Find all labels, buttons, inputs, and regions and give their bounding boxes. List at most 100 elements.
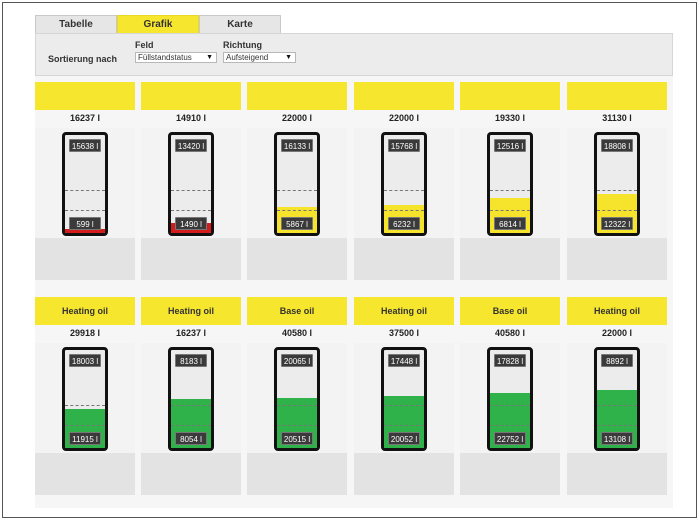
product-name bbox=[354, 82, 454, 110]
tank-body: 18808 l 12322 l bbox=[567, 128, 667, 238]
tank-capacity: 37500 l bbox=[354, 325, 454, 343]
product-name: Heating oil bbox=[35, 297, 135, 325]
content-volume-label: 22752 l bbox=[494, 432, 526, 445]
content-volume-label: 5867 l bbox=[281, 217, 313, 230]
tank-capacity: 14910 l bbox=[141, 110, 241, 128]
free-volume-label: 16133 l bbox=[281, 139, 313, 152]
product-name bbox=[141, 82, 241, 110]
sort-label: Sortierung nach bbox=[48, 54, 118, 64]
tank-gauge: 15638 l 599 l bbox=[62, 132, 108, 236]
tank-body: 17828 l 22752 l bbox=[460, 343, 560, 453]
tank-capacity: 29918 l bbox=[35, 325, 135, 343]
tank-body: 18003 l 11915 l bbox=[35, 343, 135, 453]
threshold-line bbox=[277, 425, 317, 426]
threshold-line bbox=[384, 425, 424, 426]
tank-card[interactable]: Heating oil 22000 l 8892 l 13108 l bbox=[567, 297, 667, 495]
tank-capacity: 31130 l bbox=[567, 110, 667, 128]
threshold-line bbox=[171, 405, 211, 406]
card-footer bbox=[35, 453, 135, 495]
threshold-line bbox=[490, 425, 530, 426]
sort-field-group: Feld Füllstandstatus ▼ bbox=[135, 40, 217, 63]
sort-direction-value: Aufsteigend bbox=[226, 53, 269, 62]
card-footer bbox=[141, 453, 241, 495]
free-volume-label: 15638 l bbox=[69, 139, 101, 152]
threshold-line bbox=[277, 210, 317, 211]
tank-card[interactable]: 14910 l 13420 l 1490 l bbox=[141, 82, 241, 280]
sort-field-label: Feld bbox=[135, 40, 154, 50]
product-name: Base oil bbox=[247, 297, 347, 325]
tank-capacity: 16237 l bbox=[35, 110, 135, 128]
content-volume-label: 599 l bbox=[69, 217, 101, 230]
threshold-line bbox=[597, 190, 637, 191]
chevron-down-icon: ▼ bbox=[285, 54, 292, 61]
product-name bbox=[247, 82, 347, 110]
chevron-down-icon: ▼ bbox=[206, 54, 213, 61]
tank-card[interactable]: Heating oil 16237 l 8183 l 8054 l bbox=[141, 297, 241, 495]
content-volume-label: 20515 l bbox=[281, 432, 313, 445]
threshold-line bbox=[171, 210, 211, 211]
product-name bbox=[567, 82, 667, 110]
threshold-line bbox=[384, 210, 424, 211]
tab-tabelle[interactable]: Tabelle bbox=[35, 15, 117, 33]
tank-capacity: 22000 l bbox=[567, 325, 667, 343]
threshold-line bbox=[65, 210, 105, 211]
sort-direction-select[interactable]: Aufsteigend ▼ bbox=[223, 52, 296, 63]
card-footer bbox=[247, 238, 347, 280]
threshold-line bbox=[65, 425, 105, 426]
content-volume-label: 6814 l bbox=[494, 217, 526, 230]
tank-capacity: 40580 l bbox=[247, 325, 347, 343]
tank-body: 8892 l 13108 l bbox=[567, 343, 667, 453]
threshold-line bbox=[277, 405, 317, 406]
tank-gauge: 8183 l 8054 l bbox=[168, 347, 214, 451]
content-volume-label: 13108 l bbox=[601, 432, 633, 445]
sort-field-value: Füllstandstatus bbox=[138, 53, 192, 62]
free-volume-label: 17828 l bbox=[494, 354, 526, 367]
content-volume-label: 1490 l bbox=[175, 217, 207, 230]
tank-capacity: 40580 l bbox=[460, 325, 560, 343]
threshold-line bbox=[384, 190, 424, 191]
tank-card[interactable]: Heating oil 29918 l 18003 l 11915 l bbox=[35, 297, 135, 495]
tank-card[interactable]: 31130 l 18808 l 12322 l bbox=[567, 82, 667, 280]
card-footer bbox=[567, 453, 667, 495]
free-volume-label: 8183 l bbox=[175, 354, 207, 367]
tank-card[interactable]: Base oil 40580 l 17828 l 22752 l bbox=[460, 297, 560, 495]
product-name: Heating oil bbox=[354, 297, 454, 325]
product-name bbox=[35, 82, 135, 110]
threshold-line bbox=[384, 405, 424, 406]
tank-body: 20065 l 20515 l bbox=[247, 343, 347, 453]
tank-card[interactable]: 19330 l 12516 l 6814 l bbox=[460, 82, 560, 280]
tank-card[interactable]: 22000 l 16133 l 5867 l bbox=[247, 82, 347, 280]
card-footer bbox=[247, 453, 347, 495]
content-volume-label: 12322 l bbox=[601, 217, 633, 230]
tank-body: 15768 l 6232 l bbox=[354, 128, 454, 238]
tab-grafik[interactable]: Grafik bbox=[117, 15, 199, 33]
tank-body: 15638 l 599 l bbox=[35, 128, 135, 238]
threshold-line bbox=[277, 190, 317, 191]
sort-bar: Sortierung nach Feld Füllstandstatus ▼ R… bbox=[35, 33, 673, 76]
product-name: Base oil bbox=[460, 297, 560, 325]
free-volume-label: 18808 l bbox=[601, 139, 633, 152]
tab-karte[interactable]: Karte bbox=[199, 15, 281, 33]
sort-field-select[interactable]: Füllstandstatus ▼ bbox=[135, 52, 217, 63]
tank-card[interactable]: 16237 l 15638 l 599 l bbox=[35, 82, 135, 280]
card-footer bbox=[567, 238, 667, 280]
threshold-line bbox=[490, 190, 530, 191]
tank-gauge: 18003 l 11915 l bbox=[62, 347, 108, 451]
view-tabs: Tabelle Grafik Karte bbox=[35, 15, 281, 33]
product-name: Heating oil bbox=[141, 297, 241, 325]
tank-gauge: 13420 l 1490 l bbox=[168, 132, 214, 236]
card-footer bbox=[141, 238, 241, 280]
tank-capacity: 22000 l bbox=[247, 110, 347, 128]
tank-gauge: 16133 l 5867 l bbox=[274, 132, 320, 236]
tank-card[interactable]: Heating oil 37500 l 17448 l 20052 l bbox=[354, 297, 454, 495]
tank-card[interactable]: 22000 l 15768 l 6232 l bbox=[354, 82, 454, 280]
card-footer bbox=[460, 453, 560, 495]
card-footer bbox=[354, 453, 454, 495]
tank-capacity: 19330 l bbox=[460, 110, 560, 128]
free-volume-label: 18003 l bbox=[69, 354, 101, 367]
tank-gauge: 12516 l 6814 l bbox=[487, 132, 533, 236]
threshold-line bbox=[171, 425, 211, 426]
tank-body: 17448 l 20052 l bbox=[354, 343, 454, 453]
tank-card[interactable]: Base oil 40580 l 20065 l 20515 l bbox=[247, 297, 347, 495]
tank-gauge: 8892 l 13108 l bbox=[594, 347, 640, 451]
